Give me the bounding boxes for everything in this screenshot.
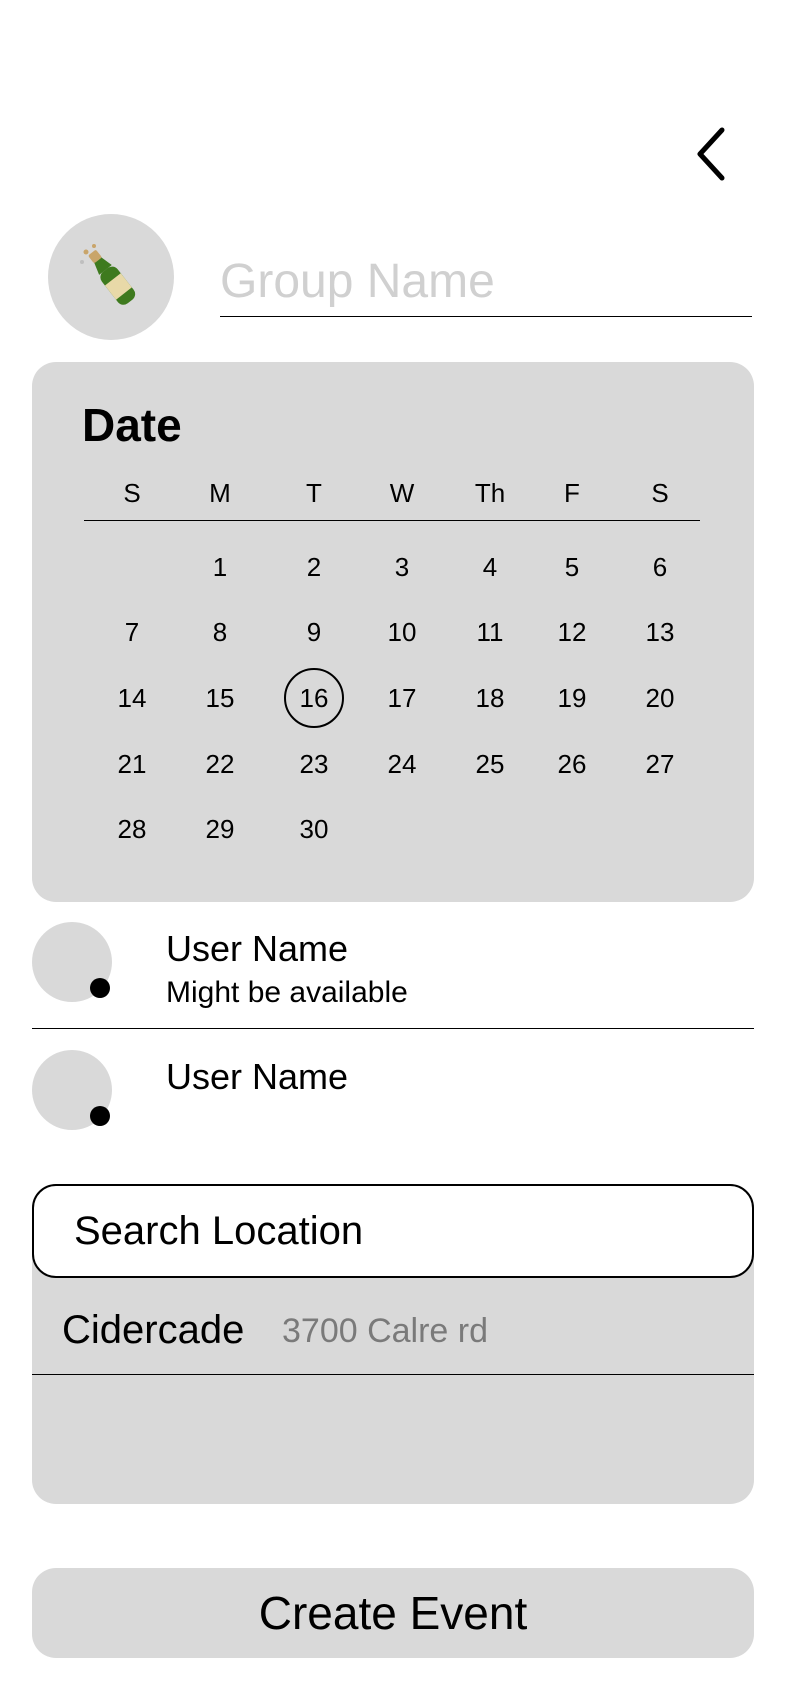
location-address: 3700 Calre rd <box>282 1312 489 1350</box>
location-name: Cidercade <box>62 1308 245 1352</box>
weekday-label: T <box>306 478 322 508</box>
calendar-day[interactable]: 2 <box>284 537 344 597</box>
calendar-day[interactable]: 30 <box>284 799 344 859</box>
calendar-day[interactable]: 18 <box>460 668 520 728</box>
calendar-day[interactable]: 22 <box>190 734 250 794</box>
calendar-day[interactable]: 20 <box>630 668 690 728</box>
user-list-item[interactable]: User Name Might be available <box>32 922 754 1026</box>
weekday-label: W <box>389 478 415 508</box>
calendar-day[interactable]: 9 <box>284 602 344 662</box>
weekday-label: F <box>564 478 580 508</box>
search-location-input[interactable] <box>32 1184 754 1278</box>
calendar-day[interactable]: 3 <box>372 537 432 597</box>
calendar-day[interactable]: 11 <box>460 602 520 662</box>
calendar-day[interactable]: 15 <box>190 668 250 728</box>
calendar-day[interactable]: 19 <box>542 668 602 728</box>
weekday-label: M <box>209 478 231 508</box>
calendar-day[interactable]: 8 <box>190 602 250 662</box>
weekday-label: Th <box>474 478 506 508</box>
user-name: User Name <box>166 928 349 969</box>
status-dot <box>90 1106 110 1126</box>
calendar-day[interactable]: 5 <box>542 537 602 597</box>
calendar-day[interactable]: 17 <box>372 668 432 728</box>
calendar-day[interactable]: 26 <box>542 734 602 794</box>
champagne-bottle-icon <box>80 244 136 305</box>
group-avatar-button[interactable] <box>48 214 174 340</box>
weekday-label: S <box>123 478 141 508</box>
calendar-card: Date S M T W Th F S 1 2 3 4 5 6 7 8 9 10 11 12 13 14 15 16 17 1… <box>32 362 754 902</box>
user-list-item[interactable]: User Name <box>32 1050 754 1140</box>
calendar-title: Date <box>82 399 182 451</box>
calendar-day[interactable]: 14 <box>102 668 162 728</box>
status-dot <box>90 978 110 998</box>
calendar-day[interactable]: 27 <box>630 734 690 794</box>
back-button[interactable] <box>688 122 736 186</box>
user-name: User Name <box>166 1056 349 1097</box>
divider <box>32 1028 754 1029</box>
calendar-day[interactable]: 10 <box>372 602 432 662</box>
calendar-day[interactable]: 28 <box>102 799 162 859</box>
create-event-button[interactable]: Create Event <box>32 1568 754 1658</box>
calendar-day[interactable]: 25 <box>460 734 520 794</box>
calendar-day[interactable]: 6 <box>630 537 690 597</box>
calendar-day[interactable]: 24 <box>372 734 432 794</box>
chevron-left-icon <box>697 127 725 181</box>
calendar-day-selected[interactable]: 16 <box>284 668 344 728</box>
calendar-day[interactable]: 1 <box>190 537 250 597</box>
group-name-input[interactable] <box>220 246 752 317</box>
calendar-day[interactable]: 12 <box>542 602 602 662</box>
user-availability-status: Might be available <box>166 976 408 1009</box>
calendar-day[interactable]: 21 <box>102 734 162 794</box>
calendar-day[interactable]: 29 <box>190 799 250 859</box>
calendar-day[interactable]: 23 <box>284 734 344 794</box>
weekday-label: S <box>651 478 669 508</box>
weekday-header: S M T W Th F S <box>84 478 700 521</box>
calendar-day[interactable]: 4 <box>460 537 520 597</box>
calendar-day[interactable]: 7 <box>102 602 162 662</box>
calendar-day[interactable]: 13 <box>630 602 690 662</box>
location-result-item[interactable]: Cidercade 3700 Calre rd <box>32 1300 754 1375</box>
